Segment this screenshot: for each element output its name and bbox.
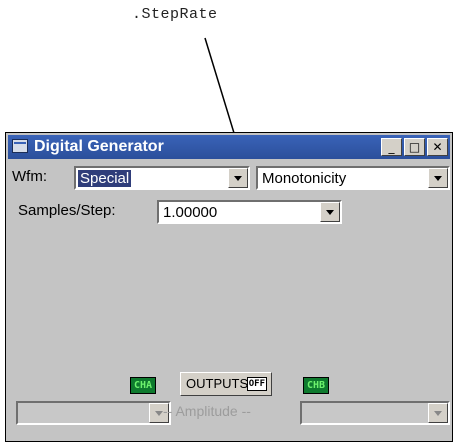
samples-step-value: 1.00000 <box>163 204 218 221</box>
waveform-mode-value: Monotonicity <box>262 170 347 187</box>
window-title: Digital Generator <box>34 138 164 155</box>
amplitude-right-select[interactable] <box>300 401 450 425</box>
title-bar[interactable]: Digital Generator _ □ ✕ <box>8 135 450 159</box>
window-icon <box>12 139 28 153</box>
chevron-down-icon[interactable] <box>228 168 248 188</box>
amplitude-label: -- Amplitude -- <box>163 403 251 419</box>
channel-b-indicator[interactable]: CHB <box>303 377 330 394</box>
waveform-mode-select[interactable]: Monotonicity <box>256 166 450 190</box>
outputs-button[interactable]: OUTPUTS OFF <box>180 372 272 396</box>
samples-step-select[interactable]: 1.00000 <box>157 200 342 224</box>
close-button[interactable]: ✕ <box>427 138 448 156</box>
chevron-down-icon[interactable] <box>320 202 340 222</box>
channel-a-indicator[interactable]: CHA <box>130 377 157 394</box>
waveform-select[interactable]: Special <box>74 166 250 190</box>
outputs-label: OUTPUTS <box>186 376 249 391</box>
outputs-state-badge: OFF <box>246 377 267 391</box>
samples-step-label: Samples/Step: <box>18 202 116 219</box>
waveform-label: Wfm: <box>12 168 47 185</box>
chevron-down-icon[interactable] <box>428 403 448 423</box>
chevron-down-icon[interactable] <box>428 168 448 188</box>
maximize-button[interactable]: □ <box>404 138 425 156</box>
minimize-button[interactable]: _ <box>381 138 402 156</box>
amplitude-left-select[interactable] <box>16 401 171 425</box>
digital-generator-window: Digital Generator _ □ ✕ Wfm: Special Mon… <box>5 132 453 442</box>
waveform-value: Special <box>78 170 132 187</box>
